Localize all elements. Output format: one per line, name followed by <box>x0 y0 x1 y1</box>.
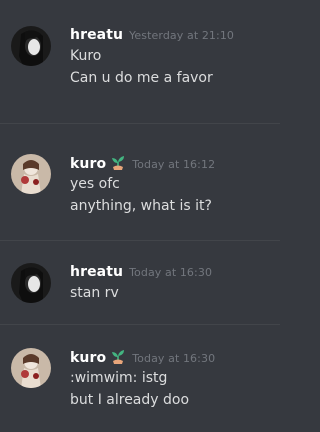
message-divider <box>0 123 280 124</box>
username[interactable]: hreatu Today at 16:30 <box>70 264 212 280</box>
avatar[interactable] <box>11 263 51 303</box>
username-text[interactable]: hreatu <box>70 264 123 280</box>
message-line: but I already doo <box>70 392 190 408</box>
timestamp: Yesterday at 21:10 <box>129 29 235 42</box>
avatar[interactable] <box>11 154 51 194</box>
username[interactable]: kuro Today at 16:30 <box>70 349 215 366</box>
message-line: Can u do me a favor <box>70 70 213 86</box>
message-line: anything, what is it? <box>70 198 212 214</box>
username[interactable]: hreatu Yesterday at 21:10 <box>70 27 234 43</box>
timestamp: Today at 16:30 <box>132 352 216 365</box>
username-text[interactable]: hreatu <box>70 27 123 43</box>
plant-sprout-icon <box>112 350 125 364</box>
message-line: Kuro <box>70 48 102 64</box>
message-line: :wimwim: istg <box>70 370 168 386</box>
timestamp: Today at 16:30 <box>129 266 213 279</box>
avatar[interactable] <box>11 348 51 388</box>
timestamp: Today at 16:12 <box>132 158 216 171</box>
avatar[interactable] <box>11 26 51 66</box>
plant-sprout-icon <box>112 156 125 170</box>
username-text[interactable]: kuro <box>70 156 106 172</box>
message-divider <box>0 324 280 325</box>
message-divider <box>0 240 280 241</box>
username-text[interactable]: kuro <box>70 350 106 366</box>
message-line: stan rv <box>70 285 119 301</box>
message-line: yes ofc <box>70 176 120 192</box>
username[interactable]: kuro Today at 16:12 <box>70 155 215 172</box>
